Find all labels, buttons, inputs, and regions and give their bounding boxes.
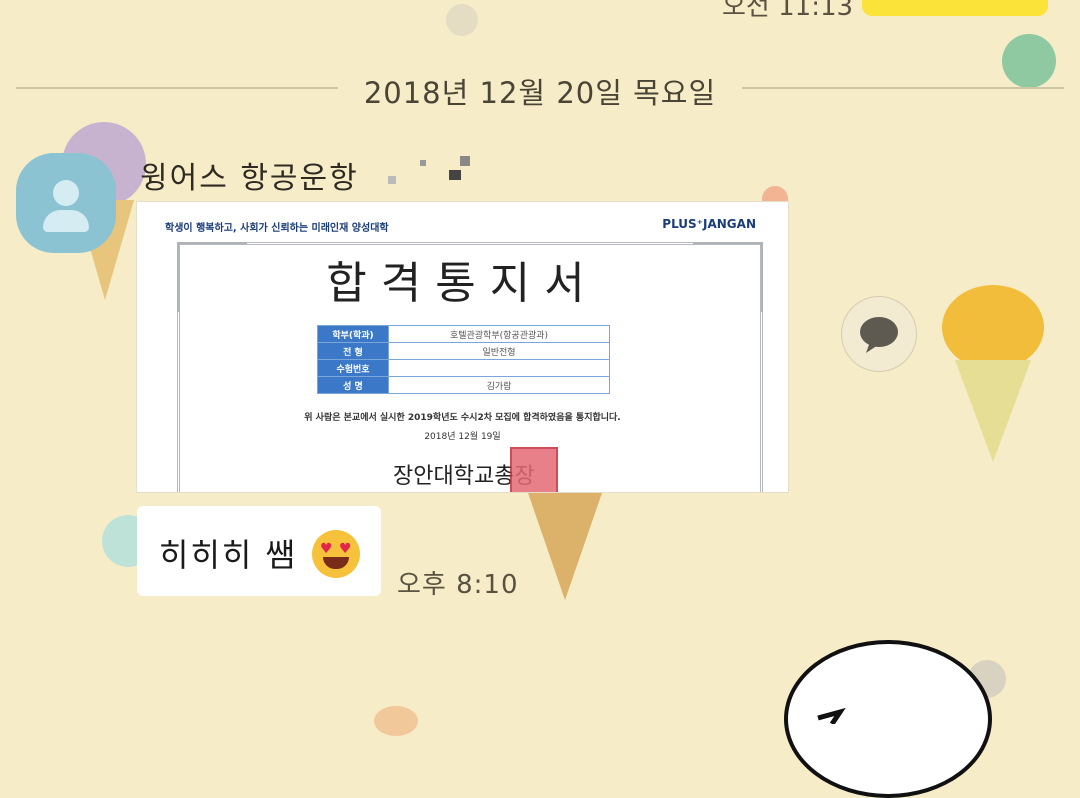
profile-avatar-icon[interactable] bbox=[16, 153, 116, 253]
share-chat-bubble-icon[interactable] bbox=[842, 297, 916, 371]
speech-bubble-icon bbox=[860, 317, 898, 353]
image-header-logo: PLUS⁺JANGAN bbox=[662, 217, 756, 231]
message-time: 오후 8:10 bbox=[397, 570, 519, 600]
heart-eye-left: ♥ bbox=[320, 541, 333, 557]
image-header-slogan: 학생이 행복하고, 사회가 신뢰하는 미래인재 양성대학 bbox=[165, 223, 389, 234]
previous-message-time: 오전 11:13 bbox=[722, 0, 854, 22]
table-value-cell: 김가람 bbox=[388, 376, 610, 394]
certificate-date: 2018년 12월 19일 bbox=[424, 432, 501, 442]
background-dot bbox=[374, 706, 418, 736]
divider-line-right bbox=[742, 87, 1064, 89]
heart-eyes-emoji: ♥ ♥ bbox=[312, 530, 360, 578]
pixelated-name-part bbox=[460, 156, 470, 166]
mascot-character-decoration bbox=[784, 640, 992, 798]
ice-cream-cone-decoration bbox=[527, 490, 603, 600]
table-row: 학부(학과) 호텔관광학부(항공관광과) bbox=[317, 325, 610, 343]
pixelated-name-part bbox=[420, 160, 426, 166]
certificate-info-table: 학부(학과) 호텔관광학부(항공관광과) 전 형 일반전형 수험번호 성 명 김… bbox=[317, 325, 610, 394]
table-row: 수험번호 bbox=[317, 359, 610, 377]
certificate-title: 합격통지서 bbox=[326, 258, 599, 309]
table-header-cell: 성 명 bbox=[317, 376, 389, 394]
table-header-cell: 수험번호 bbox=[317, 359, 389, 377]
heart-eye-right: ♥ bbox=[339, 541, 352, 557]
pixelated-name-part bbox=[388, 176, 396, 184]
table-value-cell: 일반전형 bbox=[388, 342, 610, 360]
table-row: 성 명 김가람 bbox=[317, 376, 610, 394]
ice-cream-cone-decoration bbox=[955, 360, 1031, 462]
previous-my-message-bubble[interactable] bbox=[862, 0, 1048, 16]
date-divider: 2018년 12월 20일 목요일 bbox=[0, 62, 1080, 112]
pixelated-name-part bbox=[449, 170, 461, 180]
certificate-notice: 위 사람은 본교에서 실시한 2019학년도 수시2차 모집에 합격하였음을 통… bbox=[304, 413, 621, 423]
divider-line-left bbox=[16, 87, 338, 89]
table-row: 전 형 일반전형 bbox=[317, 342, 610, 360]
date-label: 2018년 12월 20일 목요일 bbox=[363, 76, 717, 110]
table-value-cell: 호텔관광학부(항공관광과) bbox=[388, 325, 610, 343]
background-dot bbox=[446, 4, 478, 36]
text-message-content: 히히히 쌤 bbox=[159, 536, 297, 574]
avatar-body bbox=[43, 210, 89, 232]
table-value-cell bbox=[388, 359, 610, 377]
mascot-eye bbox=[817, 707, 846, 726]
ice-cream-scoop-decoration bbox=[942, 285, 1044, 370]
image-message[interactable]: 학생이 행복하고, 사회가 신뢰하는 미래인재 양성대학 PLUS⁺JANGAN… bbox=[137, 202, 788, 492]
official-seal-stamp bbox=[510, 447, 558, 492]
table-header-cell: 학부(학과) bbox=[317, 325, 389, 343]
avatar-head bbox=[53, 180, 79, 206]
sender-name[interactable]: 윙어스 항공운항 bbox=[140, 153, 359, 197]
emoji-mouth bbox=[323, 557, 349, 569]
table-header-cell: 전 형 bbox=[317, 342, 389, 360]
